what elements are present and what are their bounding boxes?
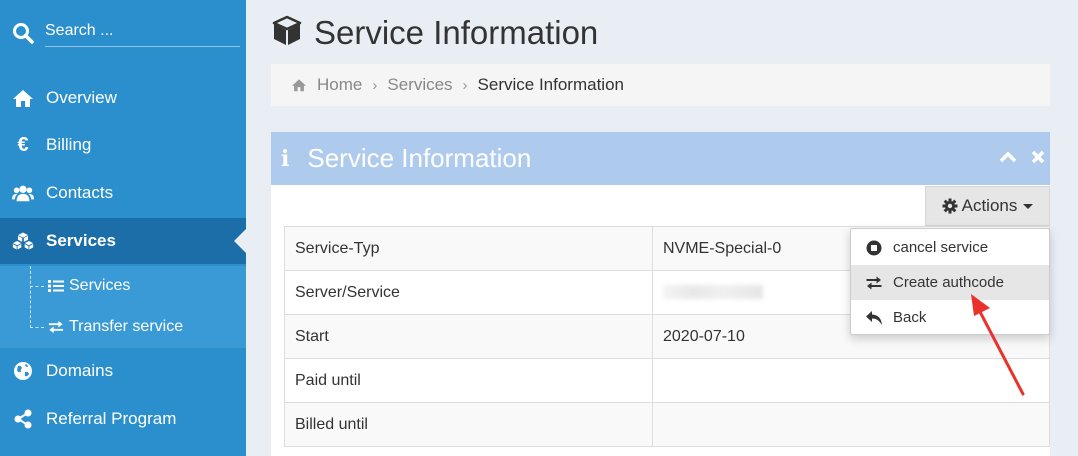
breadcrumb-home-link[interactable]: Home: [317, 75, 362, 95]
menu-item-label: cancel service: [893, 239, 989, 256]
submenu-item-label: Transfer service: [69, 318, 184, 335]
breadcrumb-separator: ›: [462, 76, 468, 94]
exchange-icon: [865, 274, 883, 292]
submenu-item-label: Services: [69, 277, 131, 294]
sidebar-item-label: Contacts: [46, 183, 114, 202]
services-submenu: Services Transfer service: [0, 266, 246, 348]
table-row: Paid until: [284, 358, 1050, 403]
cubes-icon: [12, 230, 34, 252]
share-icon: [12, 408, 34, 430]
sidebar-item-referral-program[interactable]: Referral Program: [0, 396, 246, 442]
tree-dash: [30, 286, 44, 287]
close-icon[interactable]: [1028, 147, 1048, 167]
stop-circle-icon: [865, 239, 883, 257]
breadcrumb-current: Service Information: [477, 75, 624, 94]
search-input[interactable]: Search ...: [45, 22, 113, 40]
sidebar-item-contacts[interactable]: Contacts: [0, 170, 246, 216]
sidebar-item-label: Domains: [46, 361, 114, 380]
euro-icon: €: [17, 133, 29, 156]
breadcrumb-services-link[interactable]: Services: [387, 75, 452, 95]
submenu-item-services[interactable]: Services: [0, 266, 246, 306]
sidebar-item-billing[interactable]: € Billing: [0, 122, 246, 168]
search-underline: [45, 46, 240, 47]
info-icon: i: [281, 145, 290, 172]
row-key: Server/Service: [284, 270, 653, 315]
search-icon: [12, 22, 34, 44]
reply-icon: [865, 309, 883, 327]
table-row: Billed until: [284, 402, 1050, 447]
search-box[interactable]: Search ...: [12, 18, 240, 48]
exchange-icon: [48, 319, 64, 335]
list-icon: [48, 278, 64, 294]
sidebar-item-label: Overview: [46, 88, 117, 107]
row-key: Billed until: [284, 402, 653, 447]
sidebar-item-label: Referral Program: [46, 409, 177, 428]
panel-title: Service Information: [307, 143, 532, 173]
page-title-text: Service Information: [314, 14, 599, 51]
annotation-arrow: [971, 294, 1025, 396]
home-icon: [12, 87, 34, 109]
row-value: [652, 402, 1050, 447]
menu-item-label: Create authcode: [893, 274, 1004, 291]
redacted-value: [663, 285, 763, 300]
cube-icon: [272, 15, 302, 52]
tree-dash: [30, 327, 44, 328]
sidebar-item-overview[interactable]: Overview: [0, 75, 246, 121]
gear-icon: [942, 198, 958, 214]
chevron-up-icon[interactable]: [998, 147, 1018, 167]
sidebar-item-services[interactable]: Services: [0, 218, 246, 264]
row-key: Start: [284, 314, 653, 359]
users-icon: [12, 182, 34, 204]
actions-button[interactable]: Actions: [925, 186, 1050, 226]
submenu-item-transfer-service[interactable]: Transfer service: [0, 307, 246, 347]
panel-header: i Service Information: [271, 132, 1050, 185]
menu-item-cancel-service[interactable]: cancel service: [851, 230, 1049, 265]
sidebar-item-domains[interactable]: Domains: [0, 348, 246, 394]
page-title: Service Information: [272, 14, 598, 52]
row-key: Paid until: [284, 358, 653, 403]
breadcrumb-separator: ›: [372, 76, 378, 94]
sidebar-item-label: Billing: [46, 135, 92, 154]
actions-button-label: Actions: [961, 196, 1018, 215]
row-key: Service-Typ: [284, 226, 653, 271]
breadcrumb: Home › Services › Service Information: [271, 64, 1050, 106]
sidebar: Search ... Overview € Billing Contacts S…: [0, 0, 246, 456]
menu-item-label: Back: [893, 309, 927, 326]
home-icon: [291, 78, 307, 92]
caret-down-icon: [1023, 203, 1034, 209]
sidebar-item-label: Services: [46, 231, 116, 250]
globe-icon: [12, 360, 34, 382]
